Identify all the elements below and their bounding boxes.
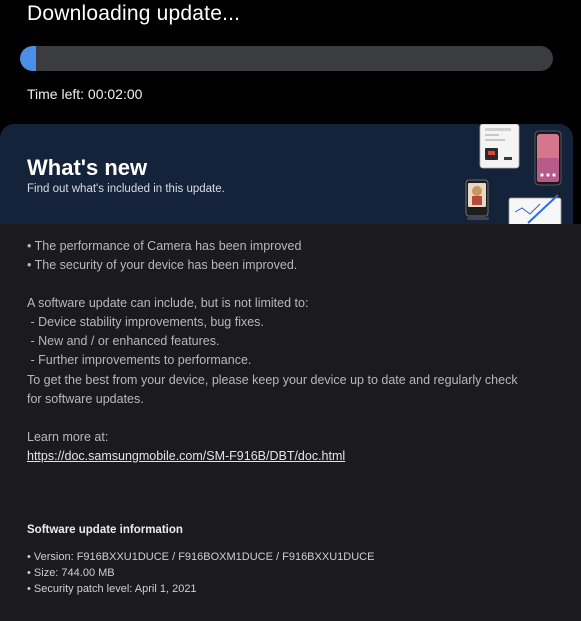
- learn-more-link[interactable]: https://doc.samsungmobile.com/SM-F916B/D…: [27, 449, 345, 463]
- learn-more-label: Learn more at:: [27, 430, 109, 444]
- time-left-label: Time left: 00:02:00: [27, 86, 143, 102]
- whats-new-banner: What's new Find out what's included in t…: [0, 124, 573, 224]
- download-progress-fill: [20, 46, 36, 71]
- update-size: • Size: 744.00 MB: [27, 567, 115, 579]
- update-version: • Version: F916BXXU1DUCE / F916BOXM1DUCE…: [27, 551, 375, 563]
- phone-illustration-icon: [534, 130, 562, 186]
- update-info-title: Software update information: [27, 524, 183, 536]
- tablet-app-icon: [479, 124, 520, 169]
- download-progress-bar: [20, 46, 553, 71]
- advice-text: To get the best from your device, please…: [27, 373, 518, 387]
- advice-text: for software updates.: [27, 392, 144, 406]
- whats-new-illustration: [465, 124, 562, 224]
- download-status-section: Downloading update... Time left: 00:02:0…: [0, 0, 581, 124]
- improvement-item: • The performance of Camera has been imp…: [27, 239, 302, 253]
- whats-new-title: What's new: [27, 155, 148, 180]
- notice-item: - Further improvements to performance.: [27, 353, 252, 367]
- notice-item: - Device stability improvements, bug fix…: [27, 315, 264, 329]
- security-patch-level: • Security patch level: April 1, 2021: [27, 583, 197, 595]
- download-title: Downloading update...: [27, 2, 241, 25]
- release-notes: • The performance of Camera has been imp…: [0, 224, 581, 621]
- notice-intro: A software update can include, but is no…: [27, 296, 309, 310]
- whats-new-subtitle: Find out what's included in this update.: [27, 183, 225, 195]
- notice-item: - New and / or enhanced features.: [27, 334, 220, 348]
- folding-phone-icon: [465, 179, 489, 220]
- tablet-pen-icon: [508, 192, 562, 224]
- improvement-item: • The security of your device has been i…: [27, 258, 298, 272]
- update-screen: Downloading update... Time left: 00:02:0…: [0, 0, 581, 621]
